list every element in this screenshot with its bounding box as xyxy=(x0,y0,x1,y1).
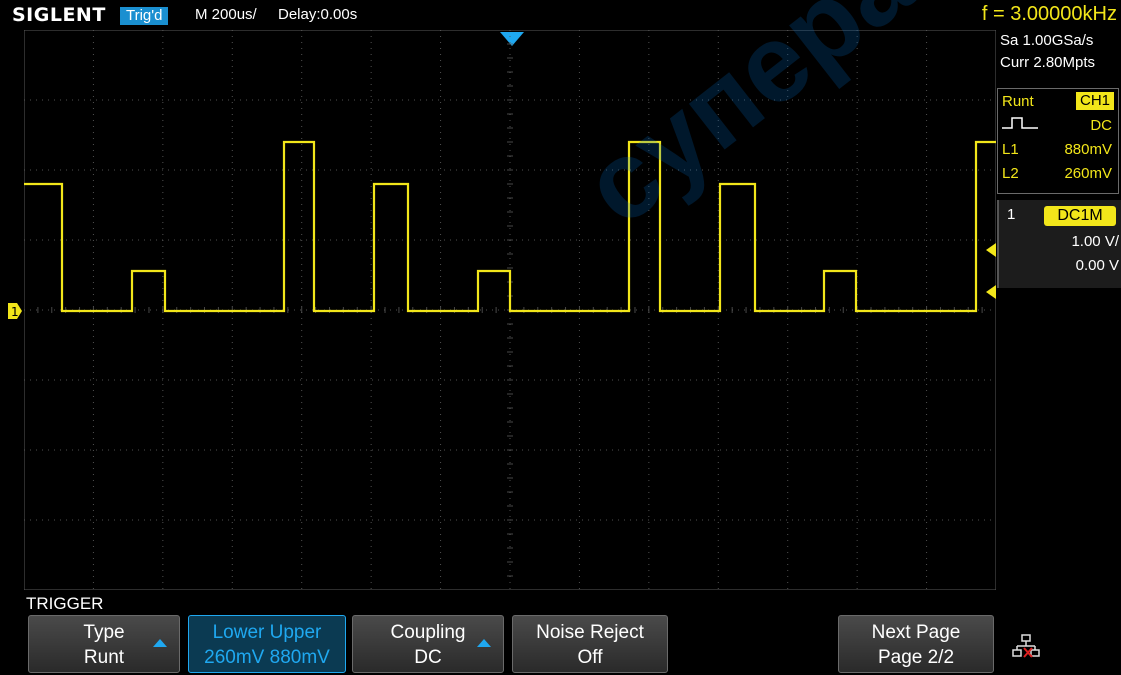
info-panel: Sa 1.00GSa/s Curr 2.80Mpts Runt CH1 DC L… xyxy=(997,30,1121,288)
sample-rate: Sa 1.00GSa/s xyxy=(1000,32,1094,49)
up-arrow-icon xyxy=(477,639,491,647)
trigger-type: Runt xyxy=(1002,93,1034,110)
menu-title: TRIGGER xyxy=(26,594,104,613)
level1-value: 880mV xyxy=(1064,141,1112,158)
softkey-value: 260mV 880mV xyxy=(204,647,330,668)
frequency-counter: f = 3.00000kHz xyxy=(981,3,1117,25)
softkey-label: Lower Upper xyxy=(212,622,322,643)
status-bar: SIGLENT Trig'd M 200us/ Delay:0.00s f = … xyxy=(0,0,1121,30)
channel1-settings-box[interactable]: 1 DC1M 1.00 V/ 0.00 V xyxy=(997,200,1121,288)
channel1-ground-marker[interactable]: 1 xyxy=(8,303,22,319)
trigger-coupling: DC xyxy=(1090,117,1112,134)
delay-readout: Delay:0.00s xyxy=(278,6,358,23)
channel-number: 1 xyxy=(1007,206,1016,223)
svg-text:1: 1 xyxy=(11,305,19,319)
softkey-value: DC xyxy=(414,647,442,668)
softkey-value: Off xyxy=(577,647,603,668)
softkey-label: Next Page xyxy=(871,622,961,643)
lower-upper-softkey[interactable]: Lower Upper 260mV 880mV xyxy=(188,615,346,673)
runt-pulse-icon xyxy=(1002,117,1038,129)
level2-label: L2 xyxy=(1002,165,1019,182)
softkey-bar: Type Runt Lower Upper 260mV 880mV Coupli… xyxy=(0,615,1121,675)
trigger-status-badge: Trig'd xyxy=(120,7,169,25)
brand-logo: SIGLENT xyxy=(12,4,106,26)
coupling-impedance-badge: DC1M xyxy=(1044,206,1116,226)
type-softkey[interactable]: Type Runt xyxy=(28,615,180,673)
trigger-source-badge: CH1 xyxy=(1075,92,1114,110)
level1-label: L1 xyxy=(1002,141,1019,158)
coupling-softkey[interactable]: Coupling DC xyxy=(352,615,504,673)
next-page-softkey[interactable]: Next Page Page 2/2 xyxy=(838,615,994,673)
softkey-value: Runt xyxy=(83,647,125,668)
waveform-area xyxy=(24,30,996,590)
up-arrow-icon xyxy=(153,639,167,647)
trigger-level1-arrow-icon[interactable] xyxy=(986,243,996,257)
graticule xyxy=(24,30,996,590)
memory-depth: Curr 2.80Mpts xyxy=(1000,54,1096,71)
timebase-readout: M 200us/ xyxy=(195,6,257,23)
trigger-level2-arrow-icon[interactable] xyxy=(986,285,996,299)
noise-reject-softkey[interactable]: Noise Reject Off xyxy=(512,615,668,673)
level2-value: 260mV xyxy=(1064,165,1112,182)
vertical-scale: 1.00 V/ xyxy=(1071,233,1119,250)
softkey-label: Noise Reject xyxy=(536,622,644,643)
softkey-value: Page 2/2 xyxy=(877,647,955,668)
vertical-offset: 0.00 V xyxy=(1075,257,1119,274)
trigger-info-box[interactable]: Runt CH1 DC L1 880mV L2 260mV xyxy=(997,88,1119,194)
network-icon xyxy=(1012,634,1040,658)
